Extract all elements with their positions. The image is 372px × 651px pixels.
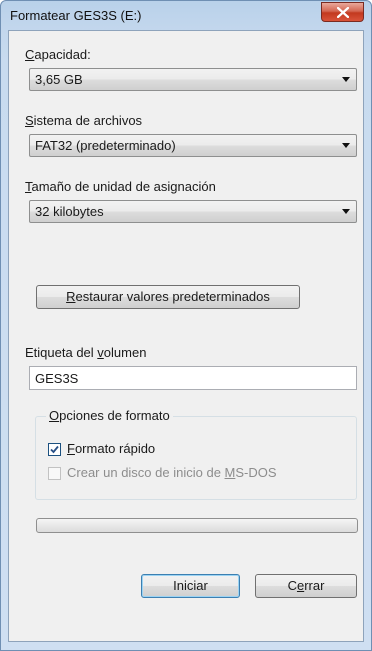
msdos-startup-disk-label: Crear un disco de inicio de MS-DOS (67, 465, 277, 480)
capacity-select[interactable]: 3,65 GB (29, 68, 357, 91)
filesystem-label: Sistema de archivos (25, 113, 143, 128)
chevron-down-icon (342, 209, 350, 214)
volume-label-label: Etiqueta del volumen (25, 345, 147, 360)
window-title: Formatear GES3S (E:) (10, 8, 142, 23)
allocation-size-value: 32 kilobytes (35, 204, 104, 219)
chevron-down-icon (342, 77, 350, 82)
start-button[interactable]: Iniciar (141, 574, 240, 598)
quick-format-checkbox[interactable] (48, 443, 61, 456)
volume-label-value: GES3S (35, 371, 79, 386)
quick-format-label[interactable]: Formato rápido (67, 441, 155, 456)
format-options-title: Opciones de formato (46, 408, 173, 423)
allocation-size-label: Tamaño de unidad de asignación (25, 179, 216, 194)
chevron-down-icon (342, 143, 350, 148)
capacity-value: 3,65 GB (35, 72, 83, 87)
filesystem-value: FAT32 (predeterminado) (35, 138, 176, 153)
format-progress-bar (36, 518, 358, 533)
close-window-button[interactable] (321, 2, 364, 22)
close-icon (336, 6, 349, 18)
volume-label-input[interactable]: GES3S (29, 366, 357, 390)
msdos-startup-disk-checkbox[interactable] (48, 467, 61, 480)
format-options-group: Opciones de formato (35, 408, 357, 500)
title-bar[interactable]: Formatear GES3S (E:) (1, 1, 371, 31)
restore-defaults-button[interactable]: Restaurar valores predeterminados (36, 285, 300, 309)
close-button[interactable]: Cerrar (255, 574, 357, 598)
checkmark-icon (50, 445, 59, 454)
allocation-size-select[interactable]: 32 kilobytes (29, 200, 357, 223)
capacity-label: Capacidad: (25, 47, 91, 62)
filesystem-select[interactable]: FAT32 (predeterminado) (29, 134, 357, 157)
